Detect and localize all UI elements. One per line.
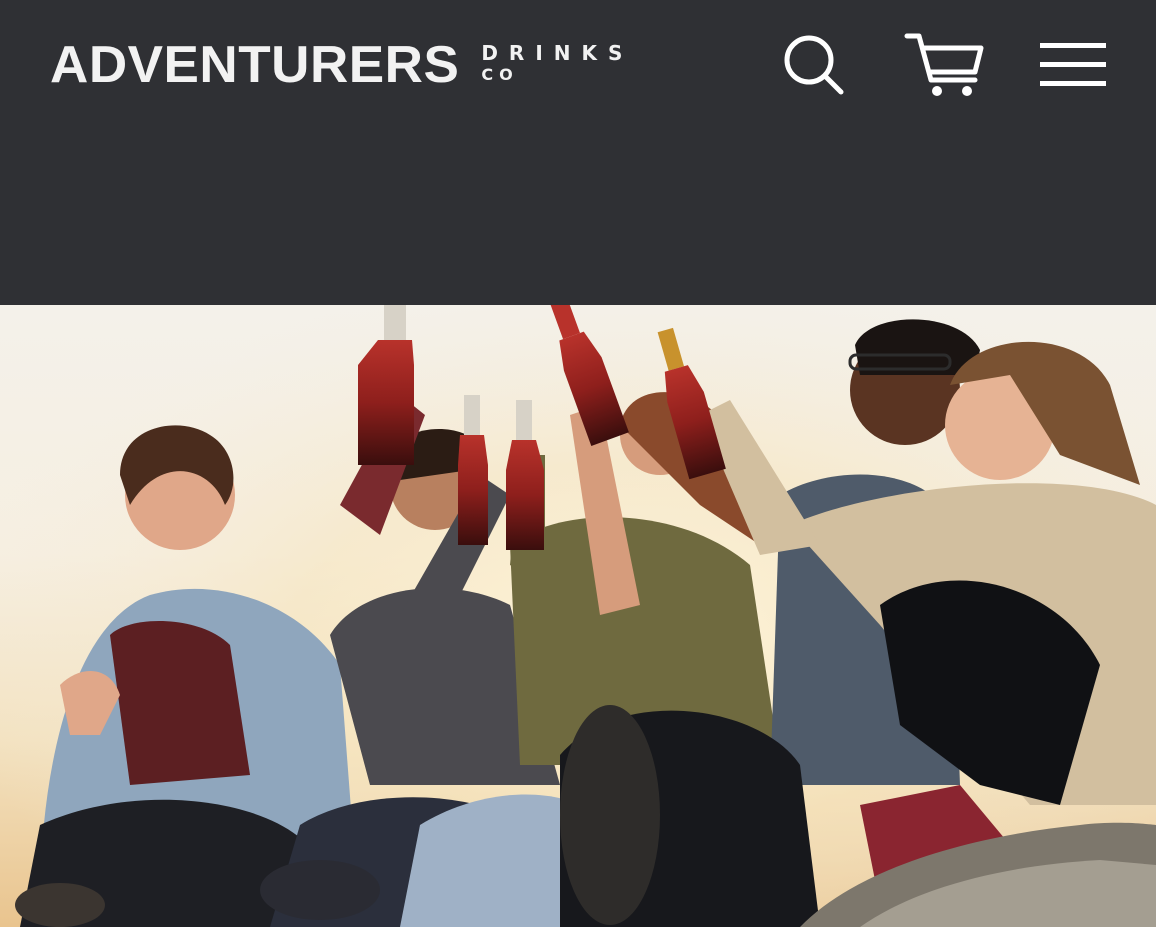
cart-button[interactable]	[900, 30, 990, 100]
search-icon	[784, 35, 844, 95]
hero-illustration	[0, 305, 1156, 927]
cart-icon	[904, 33, 984, 96]
brand-subtitle-line2: CO	[481, 65, 519, 84]
brand-logo[interactable]: ADVENTURERS DRINKS CO	[50, 38, 633, 92]
site-header: ADVENTURERS DRINKS CO	[0, 0, 1156, 305]
menu-button[interactable]	[1036, 30, 1110, 100]
brand-subtitle-line1: DRINKS	[481, 41, 634, 65]
brand-name: ADVENTURERS	[50, 36, 460, 94]
brand-subtitle: DRINKS CO	[481, 41, 633, 85]
hero-image	[0, 305, 1156, 927]
hamburger-menu-icon	[1040, 43, 1106, 86]
search-button[interactable]	[778, 30, 850, 100]
